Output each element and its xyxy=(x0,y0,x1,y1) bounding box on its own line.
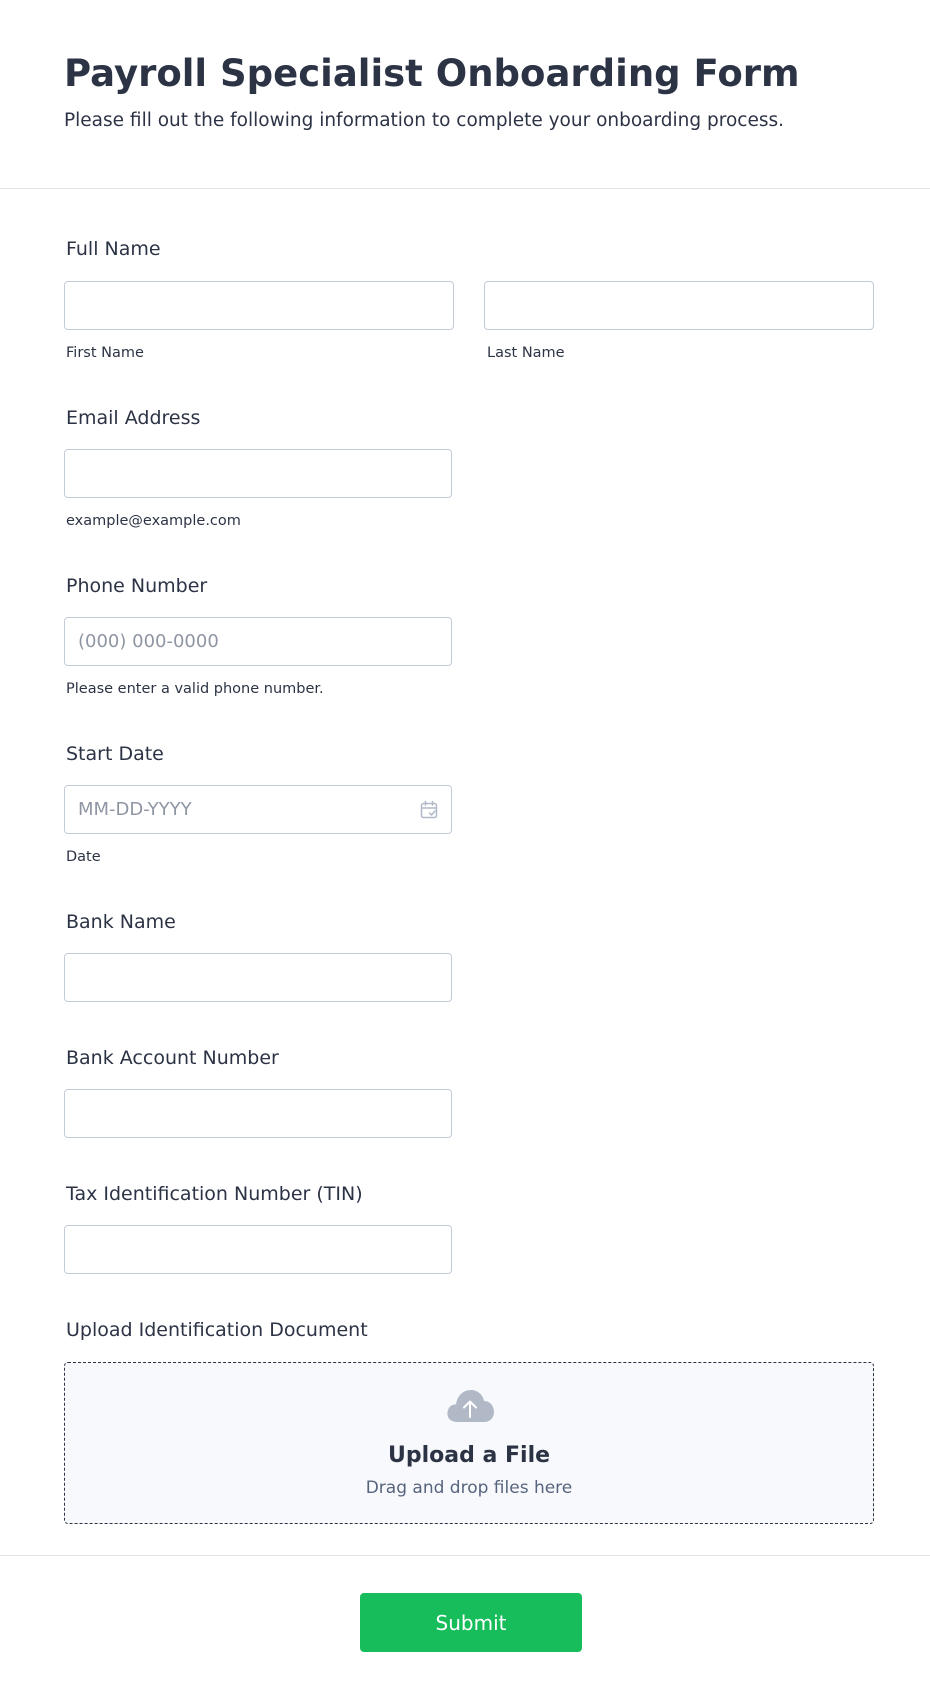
tin-input[interactable] xyxy=(64,1225,452,1274)
start-date-input[interactable] xyxy=(64,785,452,834)
phone-label: Phone Number xyxy=(66,575,208,597)
cloud-upload-icon xyxy=(447,1390,494,1422)
form-title: Payroll Specialist Onboarding Form xyxy=(64,52,800,95)
start-date-sublabel: Date xyxy=(66,849,101,865)
first-name-sublabel: First Name xyxy=(66,345,144,361)
start-date-label: Start Date xyxy=(66,743,164,765)
last-name-input[interactable] xyxy=(484,281,874,330)
phone-sublabel: Please enter a valid phone number. xyxy=(66,681,324,697)
phone-input[interactable] xyxy=(64,617,452,666)
form-page: Payroll Specialist Onboarding Form Pleas… xyxy=(0,0,930,1702)
upload-dropzone[interactable]: Upload a File Drag and drop files here xyxy=(64,1362,874,1524)
bank-account-input[interactable] xyxy=(64,1089,452,1138)
upload-title: Upload a File xyxy=(387,1443,551,1468)
upload-label: Upload Identification Document xyxy=(66,1319,368,1341)
full-name-label: Full Name xyxy=(66,238,161,260)
email-label: Email Address xyxy=(66,407,201,429)
email-input[interactable] xyxy=(64,449,452,498)
upload-hint: Drag and drop files here xyxy=(365,1478,573,1498)
last-name-sublabel: Last Name xyxy=(487,345,565,361)
footer-divider xyxy=(0,1555,930,1556)
form-subtitle: Please fill out the following informatio… xyxy=(64,110,785,131)
bank-name-label: Bank Name xyxy=(66,911,176,933)
first-name-input[interactable] xyxy=(64,281,454,330)
submit-button[interactable]: Submit xyxy=(360,1593,582,1652)
calendar-icon[interactable] xyxy=(419,800,439,820)
bank-account-label: Bank Account Number xyxy=(66,1047,279,1069)
form-header: Payroll Specialist Onboarding Form Pleas… xyxy=(0,0,930,189)
email-sublabel: example@example.com xyxy=(66,513,241,529)
tin-label: Tax Identification Number (TIN) xyxy=(66,1183,363,1205)
bank-name-input[interactable] xyxy=(64,953,452,1002)
